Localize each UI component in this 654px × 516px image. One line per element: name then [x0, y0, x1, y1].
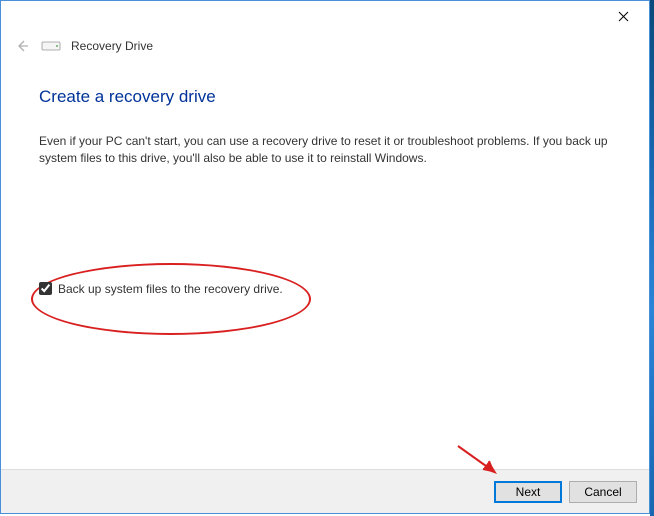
backup-checkbox-label[interactable]: Back up system files to the recovery dri…	[58, 282, 283, 296]
page-heading: Create a recovery drive	[39, 87, 611, 107]
page-description: Even if your PC can't start, you can use…	[39, 133, 611, 168]
close-icon	[618, 11, 629, 22]
backup-checkbox-row: Back up system files to the recovery dri…	[39, 282, 611, 296]
next-button[interactable]: Next	[494, 481, 562, 503]
backup-system-files-checkbox[interactable]	[39, 282, 52, 295]
back-arrow-icon	[14, 38, 30, 54]
drive-icon	[41, 39, 61, 53]
recovery-drive-window: Recovery Drive Create a recovery drive E…	[0, 0, 650, 514]
close-button[interactable]	[603, 3, 643, 29]
footer: Next Cancel	[1, 469, 649, 513]
back-button[interactable]	[13, 37, 31, 55]
content-area: Create a recovery drive Even if your PC …	[1, 63, 649, 306]
window-title: Recovery Drive	[71, 39, 153, 53]
titlebar	[1, 1, 649, 31]
header: Recovery Drive	[1, 31, 649, 63]
window-edge-decoration	[650, 0, 654, 516]
cancel-button[interactable]: Cancel	[569, 481, 637, 503]
